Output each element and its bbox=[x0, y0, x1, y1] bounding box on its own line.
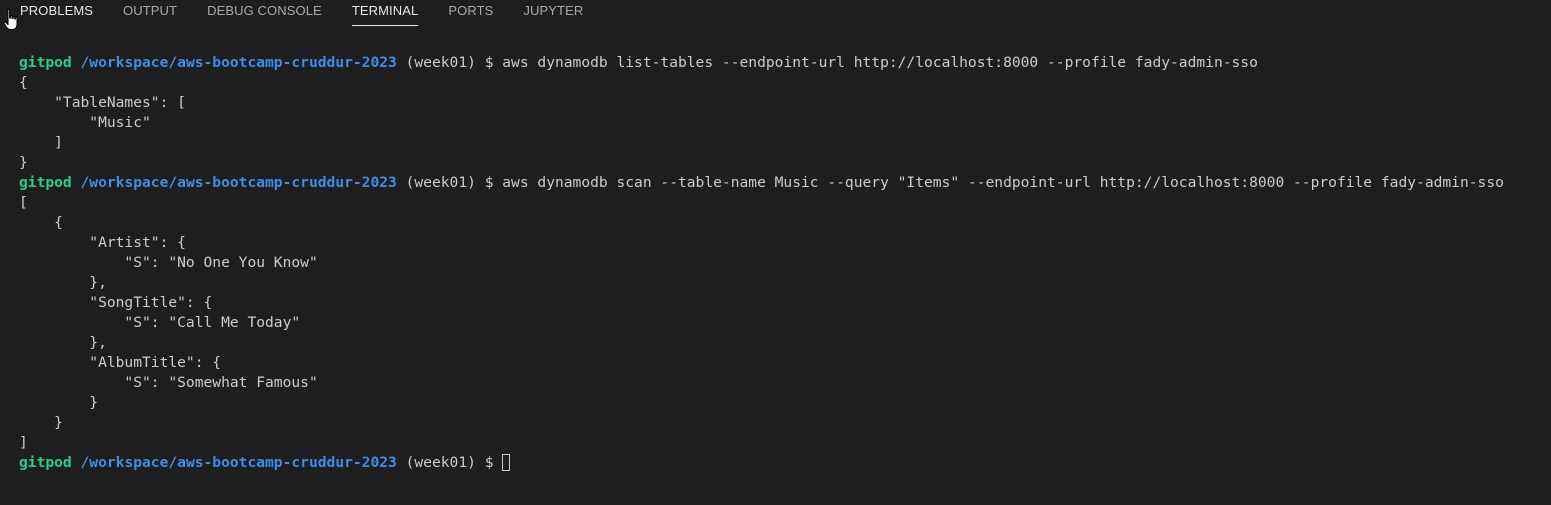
output-line: "S": "Call Me Today" bbox=[19, 314, 301, 331]
terminal-prompt-line: gitpod /workspace/aws-bootcamp-cruddur-2… bbox=[19, 53, 1551, 73]
terminal-prompt-line: gitpod /workspace/aws-bootcamp-cruddur-2… bbox=[19, 173, 1551, 193]
prompt-branch: (week01) $ bbox=[396, 54, 503, 71]
prompt-path: /workspace/aws-bootcamp-cruddur-2023 bbox=[80, 54, 397, 71]
output-line: "SongTitle": { bbox=[19, 294, 213, 311]
output-line: { bbox=[19, 74, 28, 91]
output-line: } bbox=[19, 414, 63, 431]
output-line: }, bbox=[19, 274, 107, 291]
output-line: [ bbox=[19, 194, 28, 211]
tab-ports[interactable]: PORTS bbox=[448, 0, 493, 26]
output-line: "Artist": { bbox=[19, 234, 186, 251]
hand-pointer-icon bbox=[3, 9, 18, 30]
output-line: "TableNames": [ bbox=[19, 94, 186, 111]
output-line: } bbox=[19, 154, 28, 171]
prompt-user: gitpod bbox=[19, 54, 72, 71]
tab-jupyter[interactable]: JUPYTER bbox=[523, 0, 583, 26]
output-line: "AlbumTitle": { bbox=[19, 354, 222, 371]
output-line: }, bbox=[19, 334, 107, 351]
tab-output[interactable]: OUTPUT bbox=[123, 0, 177, 26]
output-line: "S": "Somewhat Famous" bbox=[19, 374, 318, 391]
output-line: } bbox=[19, 394, 99, 411]
terminal-output[interactable]: gitpod /workspace/aws-bootcamp-cruddur-2… bbox=[19, 53, 1551, 473]
terminal-cursor bbox=[502, 454, 511, 471]
tab-terminal[interactable]: TERMINAL bbox=[351, 0, 419, 26]
output-line: "Music" bbox=[19, 114, 151, 131]
prompt-user: gitpod bbox=[19, 174, 72, 191]
output-line: "S": "No One You Know" bbox=[19, 254, 318, 271]
output-line: ] bbox=[19, 134, 63, 151]
prompt-branch: (week01) $ bbox=[396, 174, 503, 191]
tab-problems[interactable]: PROBLEMS bbox=[20, 0, 93, 26]
output-line: ] bbox=[19, 434, 28, 451]
panel-tab-bar: PROBLEMS OUTPUT DEBUG CONSOLE TERMINAL P… bbox=[0, 0, 1551, 34]
prompt-user: gitpod bbox=[19, 454, 72, 471]
tab-debug-console[interactable]: DEBUG CONSOLE bbox=[207, 0, 322, 26]
prompt-path: /workspace/aws-bootcamp-cruddur-2023 bbox=[80, 454, 397, 471]
prompt-branch: (week01) $ bbox=[396, 454, 503, 471]
terminal-prompt-line: gitpod /workspace/aws-bootcamp-cruddur-2… bbox=[19, 453, 1551, 473]
terminal-command: aws dynamodb list-tables --endpoint-url … bbox=[502, 54, 1258, 71]
terminal-command: aws dynamodb scan --table-name Music --q… bbox=[502, 174, 1504, 191]
prompt-path: /workspace/aws-bootcamp-cruddur-2023 bbox=[80, 174, 397, 191]
output-line: { bbox=[19, 214, 63, 231]
